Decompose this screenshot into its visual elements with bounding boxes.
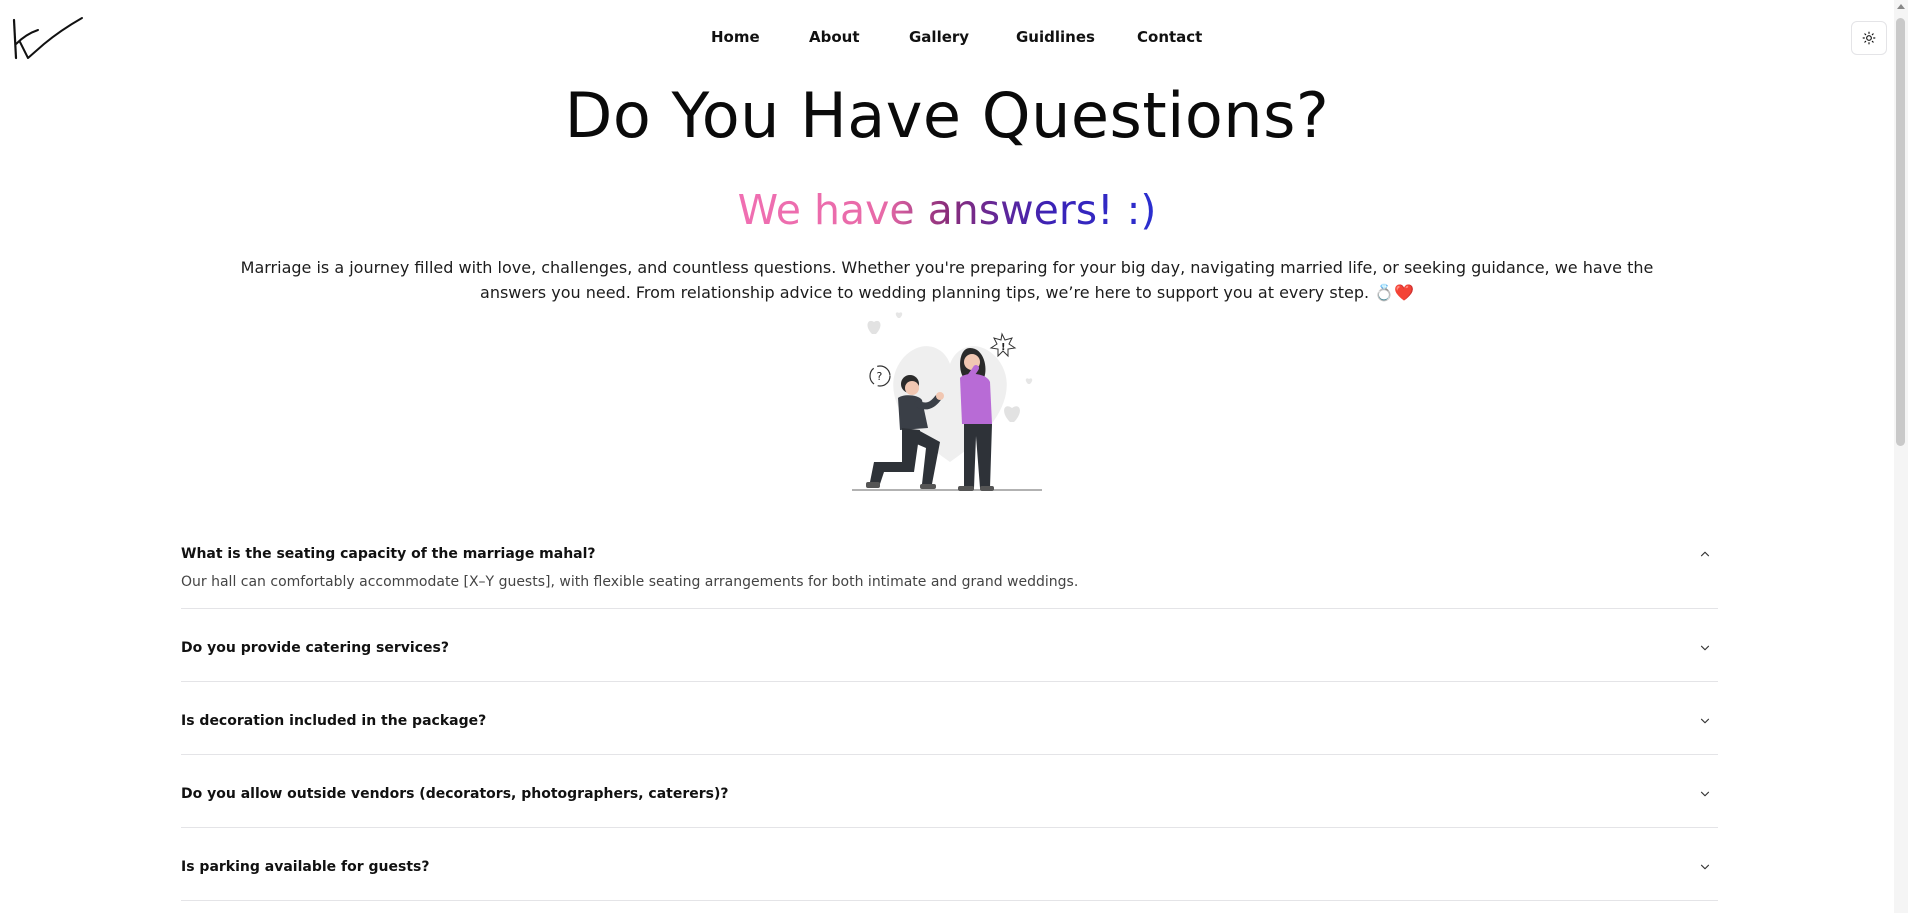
faq-item: Is decoration included in the package? (181, 682, 1718, 755)
faq-item: What is the seating capacity of the marr… (181, 526, 1718, 609)
faq-question: Do you allow outside vendors (decorators… (181, 786, 729, 802)
intro-paragraph: Marriage is a journey filled with love, … (240, 258, 1654, 302)
tagline-text: We have answers! :) (737, 186, 1157, 234)
tagline: We have answers! :) (0, 184, 1894, 236)
theme-toggle-button[interactable] (1851, 21, 1887, 55)
nav-gallery[interactable]: Gallery (909, 28, 969, 46)
faq-accordion: What is the seating capacity of the marr… (181, 526, 1718, 901)
faq-answer: Our hall can comfortably accommodate [X–… (181, 574, 1079, 590)
faq-item: Do you allow outside vendors (decorators… (181, 755, 1718, 828)
nav-home[interactable]: Home (711, 28, 760, 46)
nav-guidlines[interactable]: Guidlines (1016, 28, 1095, 46)
svg-text:?: ? (877, 370, 883, 383)
nav-about[interactable]: About (809, 28, 860, 46)
faq-question-toggle[interactable]: Is decoration included in the package? (181, 682, 1718, 754)
nav-contact[interactable]: Contact (1137, 28, 1202, 46)
chevron-down-icon (1700, 645, 1710, 651)
chevron-down-icon (1700, 791, 1710, 797)
scrollbar-thumb[interactable] (1896, 18, 1905, 446)
proposal-illustration: ? ! (852, 312, 1042, 491)
faq-question: Do you provide catering services? (181, 640, 449, 656)
faq-item: Do you provide catering services? (181, 609, 1718, 682)
sun-icon (1862, 31, 1876, 45)
faq-question: Is decoration included in the package? (181, 713, 487, 729)
chevron-down-icon (1700, 864, 1710, 870)
faq-question-toggle[interactable]: Do you provide catering services? (181, 609, 1718, 681)
page-title: Do You Have Questions? (564, 79, 1330, 152)
main-nav: Home About Gallery Guidlines Contact (0, 28, 1908, 50)
faq-question-toggle[interactable]: What is the seating capacity of the marr… (181, 526, 1718, 578)
faq-question: What is the seating capacity of the marr… (181, 546, 596, 562)
faq-question-toggle[interactable]: Do you allow outside vendors (decorators… (181, 755, 1718, 827)
faq-question: Is parking available for guests? (181, 859, 430, 875)
page-scrollbar[interactable] (1894, 0, 1908, 913)
faq-question-toggle[interactable]: Is parking available for guests? (181, 828, 1718, 900)
scroll-up-arrow[interactable] (1897, 4, 1905, 9)
faq-item: Is parking available for guests? (181, 828, 1718, 901)
svg-text:!: ! (1001, 342, 1006, 353)
chevron-up-icon (1700, 551, 1710, 557)
chevron-down-icon (1700, 718, 1710, 724)
